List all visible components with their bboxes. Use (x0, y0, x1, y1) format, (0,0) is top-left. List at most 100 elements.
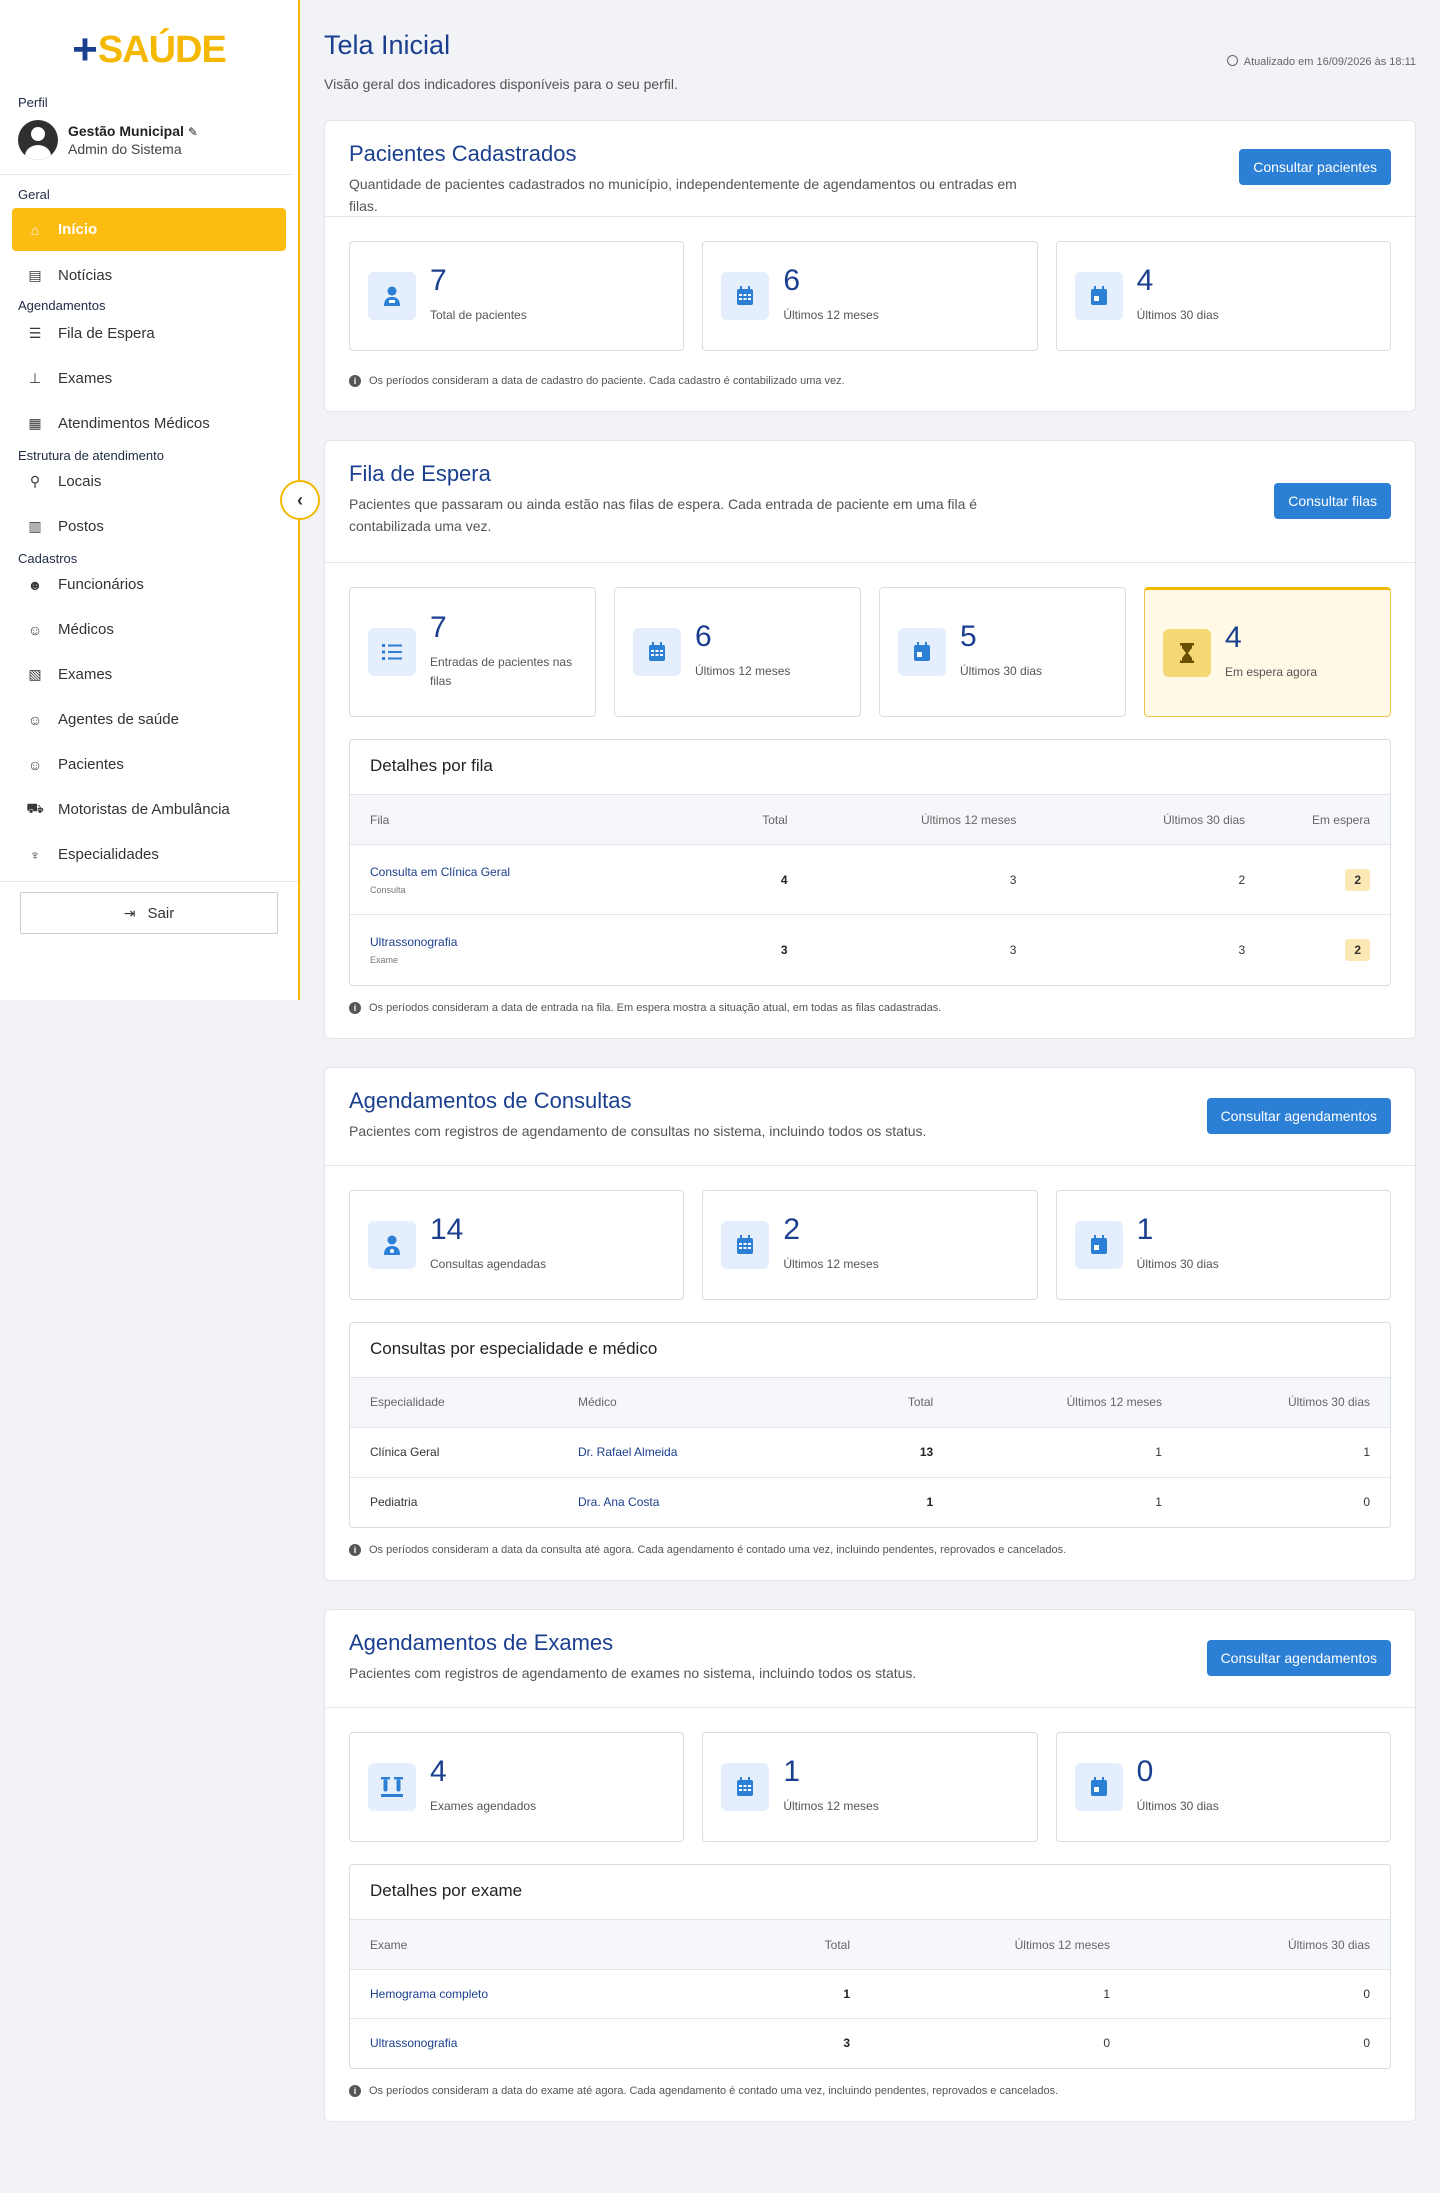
stat-value: 6 (695, 620, 712, 654)
stat-value: 6 (783, 264, 801, 298)
cell-em-espera: 2 (1265, 915, 1390, 985)
user-injured-icon: ☺ (27, 756, 43, 773)
user-nurse-icon: ☺ (27, 711, 43, 728)
section-label-geral: Geral (18, 187, 50, 202)
sidebar-item-pacientes[interactable]: ☺ Pacientes (0, 742, 298, 787)
cell-fila: Ultrassonografia Exame (350, 915, 724, 985)
sidebar-item-inicio[interactable]: ⌂ Início (12, 208, 286, 251)
cell-total: 1 (926, 1495, 934, 1510)
col-header: Últimos 12 meses (870, 1919, 1130, 1970)
logout-button[interactable]: ⇥ Sair (20, 892, 278, 934)
info-note: i Os períodos consideram a data do exame … (349, 2084, 1391, 2097)
home-icon: ⌂ (30, 221, 40, 238)
stat-value: 7 (430, 610, 447, 644)
sidebar-item-medicos[interactable]: ☺ Médicos (0, 607, 298, 652)
medico-link[interactable]: Dr. Rafael Almeida (558, 1427, 829, 1478)
stat-label: Últimos 30 dias (960, 664, 1043, 679)
consultar-filas-button[interactable]: Consultar filas (1274, 483, 1391, 519)
table-title: Detalhes por exame (370, 1881, 523, 1900)
card-header: Pacientes Cadastrados Quantidade de paci… (325, 121, 1415, 217)
card-description: Pacientes que passaram ou ainda estão na… (349, 496, 978, 535)
sidebar-item-atendimentos[interactable]: ▦ Atendimentos Médicos (0, 401, 298, 446)
sidebar-item-exames[interactable]: ⊥ Exames (0, 356, 298, 401)
note-text: Os períodos consideram a data da consult… (369, 1544, 1067, 1556)
sidebar-item-locais[interactable]: ⚲ Locais (0, 459, 298, 504)
stat-card: 1 Últimos 30 dias (1055, 1189, 1391, 1300)
stat-card-em-espera: 4 Em espera agora (1144, 587, 1391, 717)
col-header: Fila (350, 794, 725, 845)
stats-row: 7 Total de pacientes 6 Últimos 12 meses 4 Ú… (349, 241, 1391, 351)
cell-especialidade: Clínica Geral (350, 1427, 558, 1478)
hourglass-icon (1163, 629, 1211, 677)
card-fila-espera: Fila de Espera Pacientes que passaram ou… (324, 440, 1416, 1039)
card-header: Agendamentos de Consultas Pacientes com … (325, 1068, 1415, 1166)
consultar-pacientes-button[interactable]: Consultar pacientes (1239, 149, 1391, 185)
table-row: Pediatria Dra. Ana Costa 1 1 0 (350, 1477, 1390, 1527)
stat-value: 5 (960, 620, 977, 654)
sidebar-item-fila[interactable]: ☰ Fila de Espera (0, 311, 298, 356)
sidebar-item-label: Especialidades (58, 846, 159, 863)
stat-value: 4 (1225, 621, 1242, 655)
status-badge: 2 (1345, 938, 1370, 961)
calendar-check-icon: ▦ (28, 415, 42, 431)
calendar-day-icon (1074, 272, 1123, 320)
sidebar-item-agentes[interactable]: ☺ Agentes de saúde (0, 697, 298, 742)
sidebar-item-postos[interactable]: ▥ Postos (0, 504, 298, 549)
info-icon: i (349, 2084, 361, 2097)
card-title: Fila de Espera (349, 461, 491, 486)
info-icon: i (349, 1001, 361, 1014)
fila-link[interactable]: Consulta em Clínica Geral (370, 865, 704, 879)
sidebar-item-label: Postos (58, 518, 104, 535)
sidebar-item-funcionarios[interactable]: ☻ Funcionários (0, 562, 298, 607)
profile-name-link[interactable]: Gestão Municipal ✎ (68, 123, 198, 139)
updated-text: Atualizado em 16/09/2026 às 18:11 (1243, 56, 1416, 68)
sidebar-item-label: Exames (58, 370, 113, 387)
sidebar-collapse-button[interactable]: ‹ (280, 480, 320, 520)
sidebar-item-noticias[interactable]: ▤ Notícias (0, 253, 298, 298)
cell-total: 1 (662, 1969, 870, 2019)
sidebar-item-especialidades[interactable]: ♆ Especialidades (0, 832, 298, 877)
card-header: Fila de Espera Pacientes que passaram ou… (325, 441, 1415, 563)
col-header: Total (662, 1919, 870, 1970)
stat-card: 4 Últimos 30 dias (1055, 241, 1391, 351)
users-icon: ☻ (27, 576, 43, 593)
stats-row: 7 Entradas de pacientes nas filas 6 Último… (349, 587, 1391, 717)
consultas-table: Especialidade Médico Total Últimos 12 me… (350, 1376, 1390, 1528)
file-medical-icon: ▧ (28, 666, 42, 682)
sidebar-item-label: Início (58, 221, 98, 238)
cell-12m: 1 (953, 1427, 1182, 1478)
exame-link[interactable]: Hemograma completo (350, 1969, 662, 2019)
consultar-agendamentos-exames-button[interactable]: Consultar agendamentos (1206, 1640, 1391, 1676)
cell-fila: Consulta em Clínica Geral Consulta (350, 844, 725, 915)
card-consultas: Agendamentos de Consultas Pacientes com … (324, 1066, 1416, 1581)
col-header: Especialidade (350, 1376, 558, 1428)
cell-30d: 0 (1130, 1969, 1390, 2019)
exame-link[interactable]: Ultrassonografia (350, 2019, 662, 2068)
col-header: Total (828, 1376, 954, 1428)
sidebar-item-label: Locais (58, 473, 102, 490)
stat-label: Total de pacientes (430, 308, 527, 323)
consultar-agendamentos-consultas-button[interactable]: Consultar agendamentos (1206, 1097, 1391, 1134)
sidebar-item-exames-cadastro[interactable]: ▧ Exames (0, 652, 298, 697)
page-subtitle: Visão geral dos indicadores disponíveis … (324, 76, 678, 92)
edit-icon[interactable]: ✎ (188, 125, 198, 139)
list-ol-icon: ☰ (28, 325, 42, 341)
user-injured-icon (368, 272, 416, 320)
app-logo[interactable]: + SAÚDE (0, 0, 298, 90)
medico-link[interactable]: Dra. Ana Costa (558, 1477, 828, 1527)
fila-link[interactable]: Ultrassonografia (370, 935, 704, 949)
logout-label: Sair (147, 904, 175, 922)
fila-type: Exame (370, 954, 399, 965)
cell-total: 3 (780, 942, 788, 957)
cell-total: 4 (724, 844, 808, 915)
table-card: Consultas por especialidade e médico Esp… (349, 1321, 1391, 1528)
table-header-row: Exame Total Últimos 12 meses Últimos 30 … (350, 1919, 1390, 1970)
sidebar-item-motoristas[interactable]: ⛟ Motoristas de Ambulância (0, 787, 298, 832)
stats-row: 14 Consultas agendadas 2 Últimos 12 meses … (349, 1189, 1391, 1300)
cell-12m: 1 (1155, 1495, 1162, 1510)
cell-30d: 3 (1238, 942, 1246, 957)
info-note: i Os períodos consideram a data da consul… (349, 1544, 1391, 1556)
card-title: Pacientes Cadastrados (349, 141, 577, 166)
cell-12m: 3 (1009, 942, 1017, 957)
calendar-day-icon (1074, 1763, 1123, 1811)
